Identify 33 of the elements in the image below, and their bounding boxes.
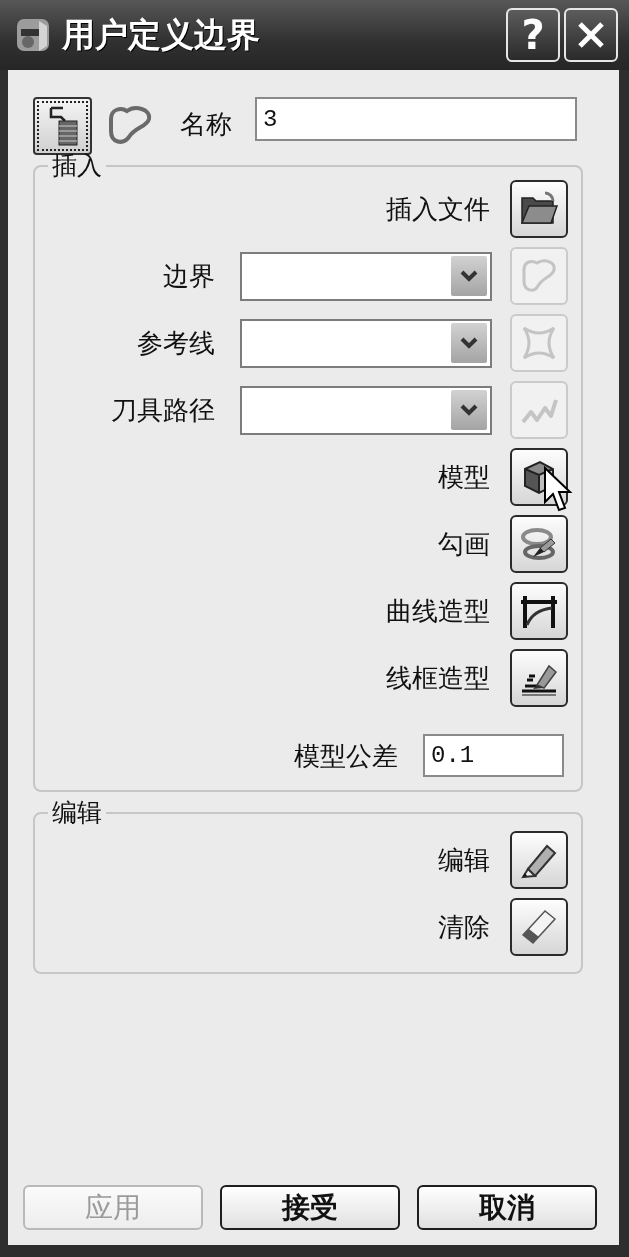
eraser-icon	[519, 907, 559, 947]
chevron-down-icon	[451, 256, 487, 296]
name-label: 名称	[180, 109, 232, 139]
help-button[interactable]: ?	[506, 8, 560, 62]
group-title: 插入	[51, 155, 103, 177]
row-label: 勾画	[438, 529, 490, 559]
row-label: 曲线造型	[386, 596, 490, 626]
row-label: 模型公差	[294, 740, 398, 771]
row-label: 线框造型	[386, 663, 490, 693]
group-title: 编辑	[51, 802, 103, 824]
wireframe-model-button[interactable]	[510, 649, 568, 707]
row-label: 插入文件	[386, 194, 490, 224]
window-title: 用户定义边界	[62, 13, 261, 56]
edit-button[interactable]	[510, 831, 568, 889]
clear-button[interactable]	[510, 898, 568, 956]
mode-button[interactable]	[33, 97, 92, 155]
row-label: 参考线	[137, 328, 215, 358]
input-field[interactable]: 0.1	[423, 734, 564, 777]
row-label: 刀具路径	[111, 395, 215, 425]
row-label: 编辑	[438, 845, 490, 875]
row-label: 清除	[438, 912, 490, 942]
close-button[interactable]	[564, 8, 618, 62]
row-label: 边界	[163, 261, 215, 291]
accept-button[interactable]: 接受	[220, 1185, 400, 1230]
cancel-button[interactable]: 取消	[417, 1185, 597, 1230]
chevron-down-icon	[451, 390, 487, 430]
sketch-button[interactable]	[510, 515, 568, 573]
row-label: 模型	[438, 462, 490, 492]
curve-model-button[interactable]	[510, 582, 568, 640]
name-field[interactable]: 3	[255, 97, 577, 141]
chevron-down-icon	[451, 323, 487, 363]
close-icon	[576, 20, 606, 50]
insert-file-button[interactable]	[510, 180, 568, 238]
